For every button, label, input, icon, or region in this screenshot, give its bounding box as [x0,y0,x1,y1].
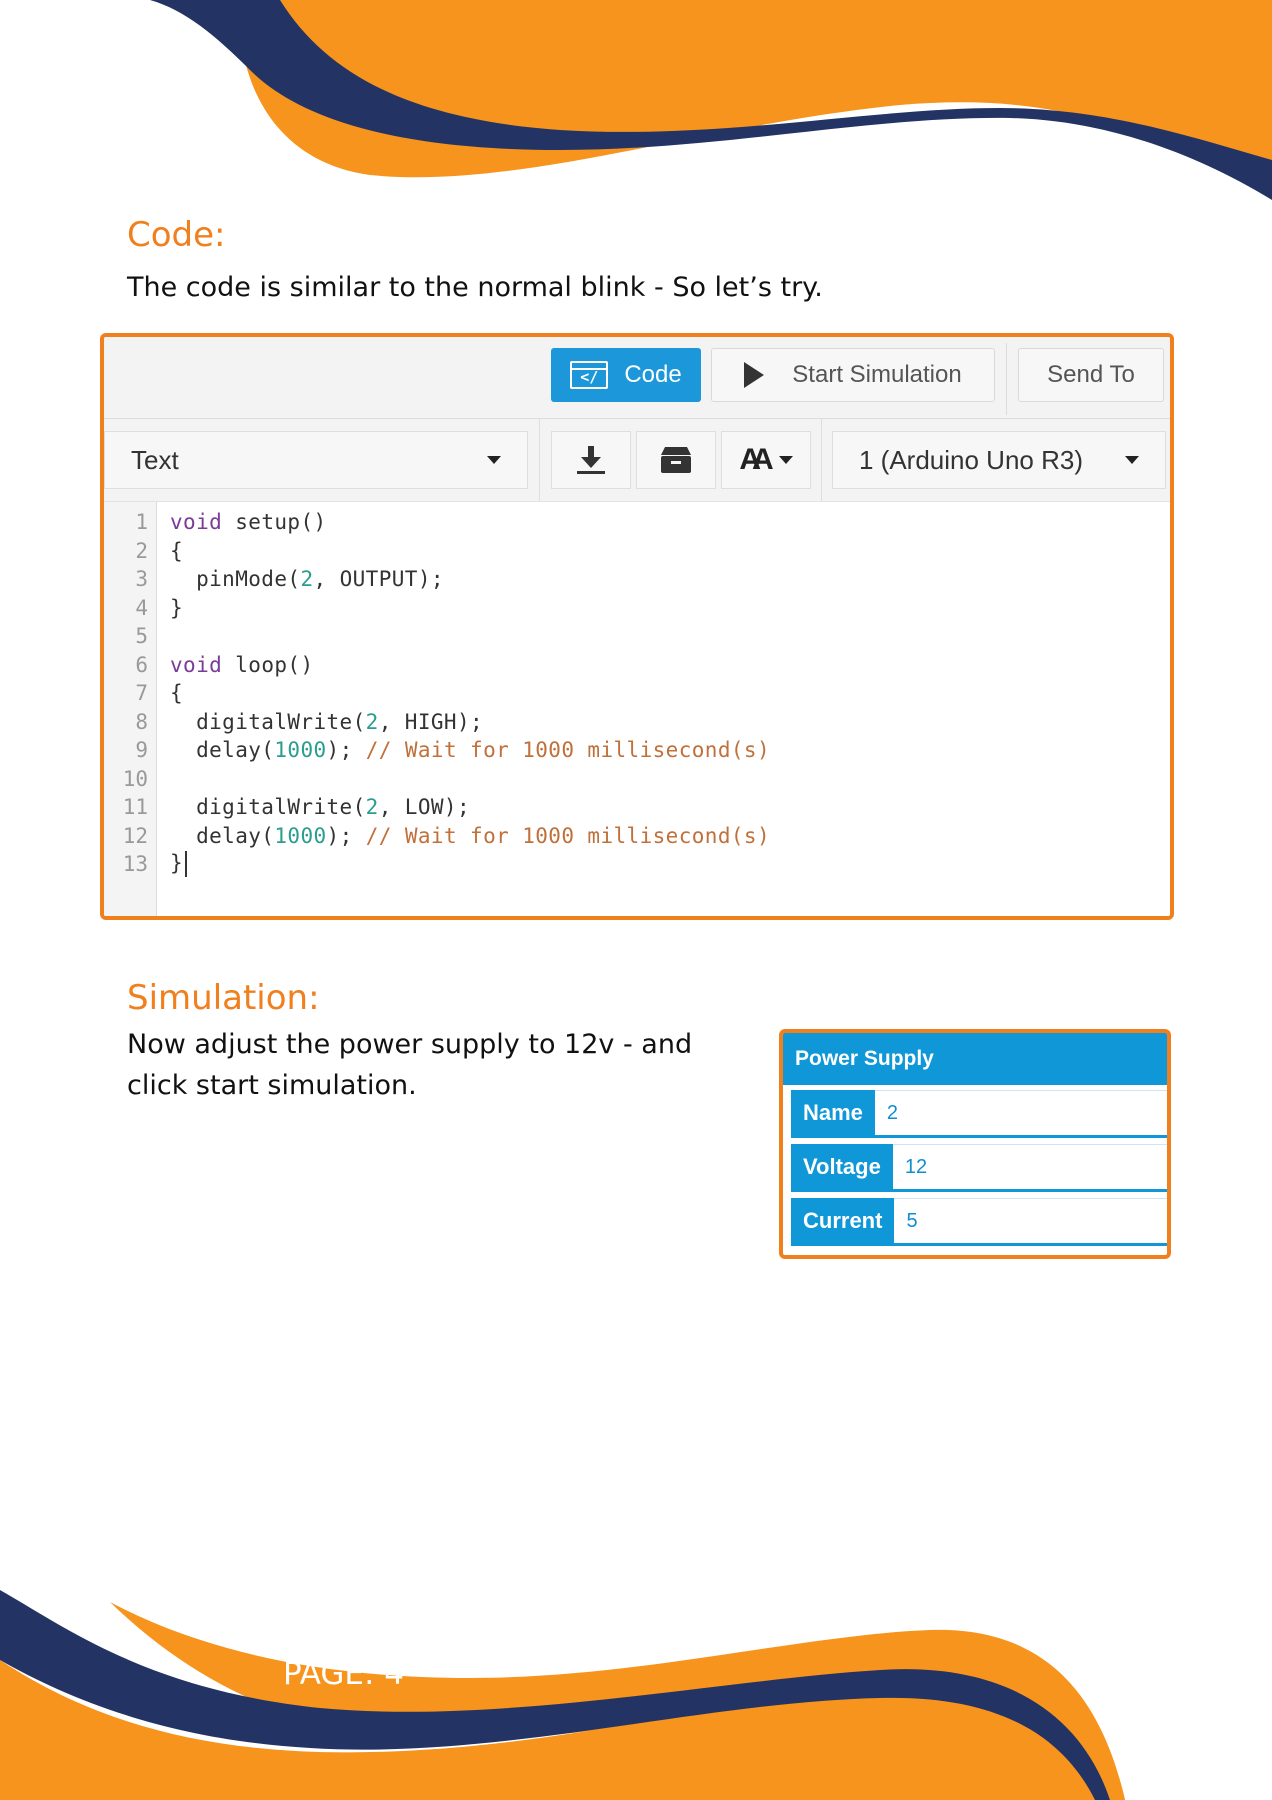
simulation-line-2: click start simulation. [127,1070,417,1101]
page-number: PAGE: 4 [283,1656,405,1692]
library-button[interactable] [636,431,716,489]
code-text: void loop() [170,652,314,677]
download-button[interactable] [551,431,631,489]
top-wave-decoration [150,0,1272,200]
line-number: 13 [122,852,148,877]
code-line: 8 digitalWrite(2, HIGH); [104,708,483,737]
code-line: 4} [104,594,183,623]
code-line: 3 pinMode(2, OUTPUT); [104,565,444,594]
text-cursor [185,851,188,878]
code-button[interactable]: </ Code [551,348,701,402]
code-line: 13} [104,850,188,879]
code-heading: Code: [127,215,226,255]
power-supply-current-row: Current [791,1198,1167,1246]
board-select[interactable]: 1 (Arduino Uno R3) [832,431,1166,489]
code-line: 5 [104,622,170,651]
line-number: 11 [122,795,148,820]
start-simulation-button[interactable]: Start Simulation [711,348,995,402]
power-supply-name-row: Name [791,1090,1167,1138]
editor-mode-value: Text [131,444,179,475]
code-line: 12 delay(1000); // Wait for 1000 millise… [104,822,770,851]
power-supply-current-field[interactable] [894,1198,1167,1243]
archive-box-icon [661,447,691,473]
code-text: digitalWrite(2, LOW); [170,795,471,820]
code-text: void setup() [170,510,327,535]
send-to-button[interactable]: Send To [1018,348,1164,402]
simulation-line-1: Now adjust the power supply to 12v - and [127,1029,693,1060]
chevron-down-icon [487,456,501,464]
code-button-label: Code [624,361,682,388]
start-simulation-label: Start Simulation [792,361,962,388]
code-editor-screenshot: </ Code Start Simulation Send To Text AA… [100,333,1174,920]
send-to-label: Send To [1047,361,1135,388]
line-number: 3 [135,567,148,592]
code-line: 10 [104,765,170,794]
code-text: delay(1000); // Wait for 1000 millisecon… [170,738,771,763]
editor-mode-select[interactable]: Text [104,431,528,489]
code-line: 11 digitalWrite(2, LOW); [104,793,470,822]
font-size-icon: AA [739,443,773,476]
toolbar-divider [539,419,540,501]
line-number: 10 [122,766,148,791]
code-text: } [170,595,184,620]
bottom-wave-decoration [0,1590,1125,1800]
power-supply-title: Power Supply [783,1033,1167,1085]
power-supply-voltage-row: Voltage [791,1144,1167,1192]
code-text: delay(1000); // Wait for 1000 millisecon… [170,823,771,848]
play-icon [744,362,765,388]
code-text: { [170,681,184,706]
power-supply-current-label: Current [791,1198,895,1243]
code-text: pinMode(2, OUTPUT); [170,567,444,592]
code-description: The code is similar to the normal blink … [127,272,823,303]
code-text: } [170,851,188,878]
editor-secondary-toolbar: Text AA 1 (Arduino Uno R3) [104,419,1170,502]
power-supply-name-label: Name [791,1090,875,1135]
code-window-icon: </ [570,361,609,389]
code-text: { [170,538,184,563]
code-text: digitalWrite(2, HIGH); [170,709,484,734]
font-size-button[interactable]: AA [721,431,811,489]
line-number: 9 [135,738,148,763]
code-line: 7{ [104,679,183,708]
line-number: 8 [135,709,148,734]
editor-top-toolbar: </ Code Start Simulation Send To [104,337,1170,419]
power-supply-panel: Power Supply Name Voltage Current [779,1029,1171,1259]
line-number: 4 [135,595,148,620]
code-line: 9 delay(1000); // Wait for 1000 millisec… [104,736,770,765]
power-supply-voltage-label: Voltage [791,1144,893,1189]
code-text-area[interactable]: 1 void setup() 2{3 pinMode(2, OUTPUT); 4} 5 6… [104,502,1170,916]
line-number: 1 [135,510,148,535]
chevron-down-icon [1125,456,1139,464]
board-select-value: 1 (Arduino Uno R3) [859,444,1083,475]
toolbar-divider [821,419,822,501]
code-line: 1 void setup() [104,508,327,537]
power-supply-name-field[interactable] [874,1090,1167,1135]
line-number: 6 [135,652,148,677]
download-icon [577,446,605,474]
line-number: 5 [135,624,148,649]
line-number: 2 [135,538,148,563]
line-number: 12 [122,823,148,848]
code-line: 6 void loop() [104,651,314,680]
code-line: 2{ [104,537,183,566]
line-number: 7 [135,681,148,706]
power-supply-voltage-field[interactable] [892,1144,1167,1189]
toolbar-divider [1006,343,1007,415]
chevron-down-icon [778,456,793,464]
simulation-heading: Simulation: [127,978,320,1018]
